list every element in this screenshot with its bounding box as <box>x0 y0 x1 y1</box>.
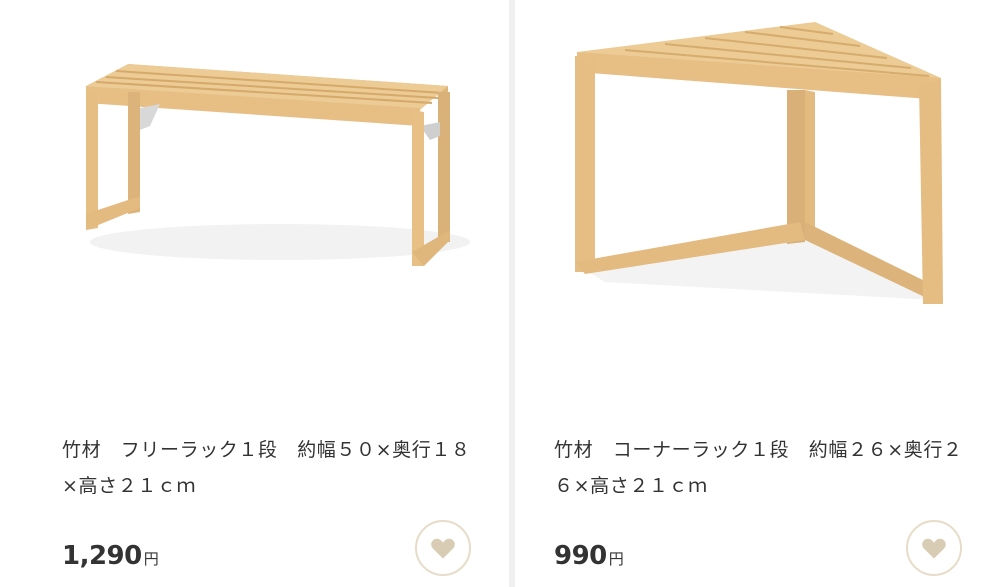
product-price: 1,290 円 <box>62 541 159 571</box>
product-card[interactable]: 竹材 フリーラック１段 約幅５０×奥行１８×高さ２１ｃｍ 1,290 円 <box>0 0 509 587</box>
product-image[interactable] <box>515 0 1000 410</box>
price-value: 1,290 <box>62 541 142 571</box>
bamboo-free-rack-image <box>86 64 470 266</box>
favorite-button[interactable] <box>415 520 471 576</box>
heart-icon <box>922 538 946 559</box>
product-card[interactable]: 竹材 コーナーラック１段 約幅２６×奥行２６×高さ２１ｃｍ 990 円 <box>515 0 1000 587</box>
product-price: 990 円 <box>554 541 624 571</box>
price-currency: 円 <box>143 550 159 568</box>
product-title[interactable]: 竹材 フリーラック１段 約幅５０×奥行１８×高さ２１ｃｍ <box>62 432 482 504</box>
product-title[interactable]: 竹材 コーナーラック１段 約幅２６×奥行２６×高さ２１ｃｍ <box>554 432 974 504</box>
price-currency: 円 <box>608 550 624 568</box>
product-image[interactable] <box>0 0 509 410</box>
heart-icon <box>431 538 455 559</box>
bamboo-corner-rack-image <box>575 22 943 304</box>
price-value: 990 <box>554 541 607 571</box>
favorite-button[interactable] <box>906 520 962 576</box>
product-grid: 竹材 フリーラック１段 約幅５０×奥行１８×高さ２１ｃｍ 1,290 円 竹材 … <box>0 0 1000 587</box>
